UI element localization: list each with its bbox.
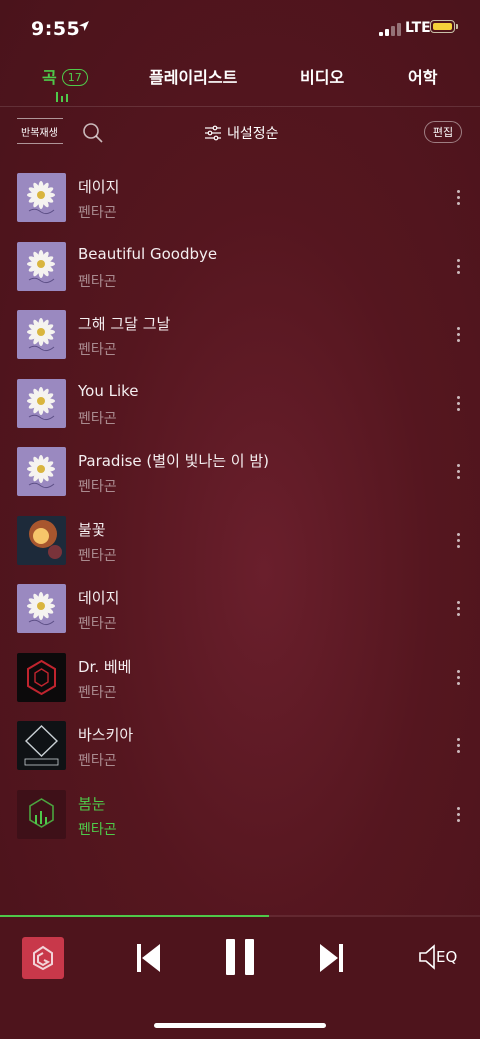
- tab-language[interactable]: 어학: [408, 64, 437, 88]
- song-row[interactable]: 그해 그달 그날펜타곤: [0, 297, 480, 365]
- song-title: 그해 그달 그날: [78, 315, 171, 333]
- song-title: 봄눈: [78, 794, 106, 813]
- song-row[interactable]: 불꽃펜타곤: [0, 503, 480, 571]
- mini-player: EQ: [0, 917, 480, 1039]
- song-artist: 펜타곤: [78, 684, 117, 701]
- song-artist: 펜타곤: [78, 273, 117, 290]
- song-row[interactable]: You Like 펜타곤: [0, 366, 480, 434]
- song-title: Paradise (별이 빛나는 이 밤): [78, 452, 270, 470]
- more-options-icon[interactable]: [454, 736, 464, 756]
- album-art: [17, 721, 66, 770]
- eq-button[interactable]: EQ: [418, 943, 457, 971]
- song-artist: 펜타곤: [78, 342, 117, 358]
- more-options-icon[interactable]: [454, 531, 464, 551]
- location-arrow-icon: [79, 21, 89, 31]
- song-title: 데이지: [78, 178, 120, 196]
- song-row[interactable]: 봄눈펜타곤: [0, 777, 480, 845]
- sort-filter-icon: [205, 125, 221, 141]
- song-title: 바스키아: [78, 726, 134, 744]
- tab-videos[interactable]: 비디오: [300, 64, 344, 88]
- song-row[interactable]: 데이지펜타곤: [0, 160, 480, 228]
- pause-icon[interactable]: [224, 937, 256, 977]
- song-artist: 펜타곤: [78, 616, 117, 632]
- album-art: [17, 173, 66, 222]
- status-time: 9:55: [31, 18, 81, 40]
- album-art: [17, 789, 66, 839]
- song-title: Dr. 베베: [78, 657, 132, 676]
- now-playing-bars-icon: [56, 92, 70, 102]
- search-icon[interactable]: [82, 122, 104, 144]
- more-options-icon[interactable]: [454, 599, 464, 619]
- tab-songs-label: 곡: [42, 68, 57, 87]
- song-title: Beautiful Goodbye: [78, 244, 218, 263]
- sort-label: 내설정순: [227, 126, 279, 142]
- more-options-icon[interactable]: [454, 668, 464, 688]
- more-options-icon[interactable]: [454, 462, 464, 482]
- repeat-label: 반복재생: [21, 128, 58, 139]
- tab-playlists[interactable]: 플레이리스트: [149, 64, 237, 88]
- player-album-art[interactable]: [22, 937, 64, 979]
- tab-songs[interactable]: 곡 17: [42, 64, 88, 88]
- song-title: 불꽃: [78, 520, 106, 539]
- sort-button[interactable]: 내설정순: [205, 122, 279, 144]
- song-artist: 펜타곤: [78, 410, 117, 427]
- next-track-icon[interactable]: [316, 941, 346, 975]
- signal-icon: [379, 22, 401, 36]
- more-options-icon[interactable]: [454, 188, 464, 208]
- more-options-icon[interactable]: [454, 257, 464, 277]
- list-toolbar: 반복재생 내설정순 편집: [0, 108, 480, 158]
- song-title: 데이지: [78, 589, 120, 607]
- song-row[interactable]: Beautiful Goodbye 펜타곤: [0, 229, 480, 297]
- song-artist: 펜타곤: [78, 821, 117, 838]
- status-bar: 9:55 LTE: [0, 0, 480, 56]
- more-options-icon[interactable]: [454, 325, 464, 345]
- song-artist: 펜타곤: [78, 547, 117, 564]
- previous-track-icon[interactable]: [134, 941, 164, 975]
- song-artist: 펜타곤: [78, 205, 117, 221]
- speaker-icon: [419, 944, 435, 970]
- album-art: [17, 378, 66, 428]
- song-count-badge: 17: [61, 69, 88, 86]
- album-art: [17, 652, 66, 702]
- network-label: LTE: [405, 20, 431, 36]
- repeat-button[interactable]: 반복재생: [17, 118, 65, 144]
- battery-icon: [430, 20, 455, 33]
- song-row[interactable]: 데이지펜타곤: [0, 571, 480, 639]
- song-artist: 펜타곤: [78, 479, 117, 495]
- song-artist: 펜타곤: [78, 753, 117, 769]
- song-row[interactable]: 바스키아펜타곤: [0, 708, 480, 776]
- album-art: [17, 515, 66, 565]
- more-options-icon[interactable]: [454, 805, 464, 825]
- song-title: You Like: [78, 381, 139, 400]
- tab-bar: 곡 17 플레이리스트 비디오 어학: [0, 56, 480, 107]
- song-row[interactable]: Paradise (별이 빛나는 이 밤) 펜타곤: [0, 434, 480, 502]
- edit-button[interactable]: 편집: [424, 121, 462, 143]
- home-indicator[interactable]: [154, 1023, 326, 1028]
- album-art: [17, 310, 66, 359]
- album-art: [17, 584, 66, 633]
- album-art: [17, 241, 66, 291]
- song-row[interactable]: Dr. 베베펜타곤: [0, 640, 480, 708]
- album-art: [17, 447, 66, 496]
- more-options-icon[interactable]: [454, 394, 464, 414]
- eq-label: EQ: [436, 948, 458, 966]
